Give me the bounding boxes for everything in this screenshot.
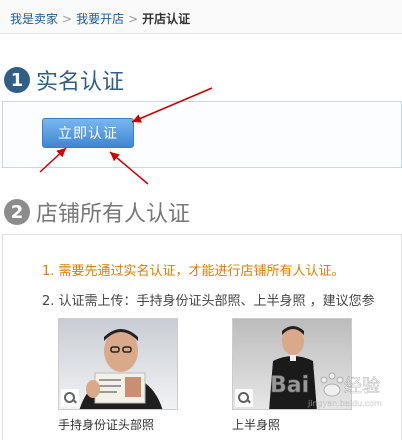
breadcrumb-separator: > — [128, 12, 139, 26]
photo-caption: 上半身照 — [232, 418, 281, 432]
breadcrumb-current: 开店认证 — [142, 12, 191, 26]
arrow-bottom-right — [109, 151, 149, 185]
baidu-jingyan-logo: Bai 经验 jingyan.baidu.com — [270, 372, 382, 408]
section-owner-header: 2 店铺所有人认证 — [0, 192, 402, 232]
zoom-icon[interactable] — [61, 389, 79, 407]
photo-caption: 手持身份证头部照 — [58, 418, 155, 432]
breadcrumb-link-open-shop[interactable]: 我要开店 — [76, 12, 124, 26]
annotation-arrows — [39, 87, 213, 185]
breadcrumb-separator: > — [62, 12, 73, 26]
svg-text:Bai: Bai — [270, 373, 309, 398]
photo-id-head-sample[interactable] — [58, 318, 178, 410]
arrow-bottom-left — [39, 147, 67, 173]
arrow-top-right — [131, 87, 213, 123]
step-number-badge: 2 — [4, 199, 30, 225]
svg-text:jingyan.baidu.com: jingyan.baidu.com — [307, 399, 382, 408]
breadcrumb: 我是卖家 > 我要开店 > 开店认证 — [0, 0, 402, 34]
requirement-text-2: 2. 认证需上传：手持身份证头部照、上半身照 ，建议您参 — [42, 294, 375, 309]
requirement-text-1: 1. 需要先通过实名认证，才能进行店铺所有人认证。 — [42, 264, 345, 279]
zoom-icon[interactable] — [235, 389, 253, 407]
breadcrumb-link-seller[interactable]: 我是卖家 — [10, 12, 58, 26]
section-title: 店铺所有人认证 — [36, 202, 191, 227]
svg-text:经验: 经验 — [344, 376, 380, 397]
